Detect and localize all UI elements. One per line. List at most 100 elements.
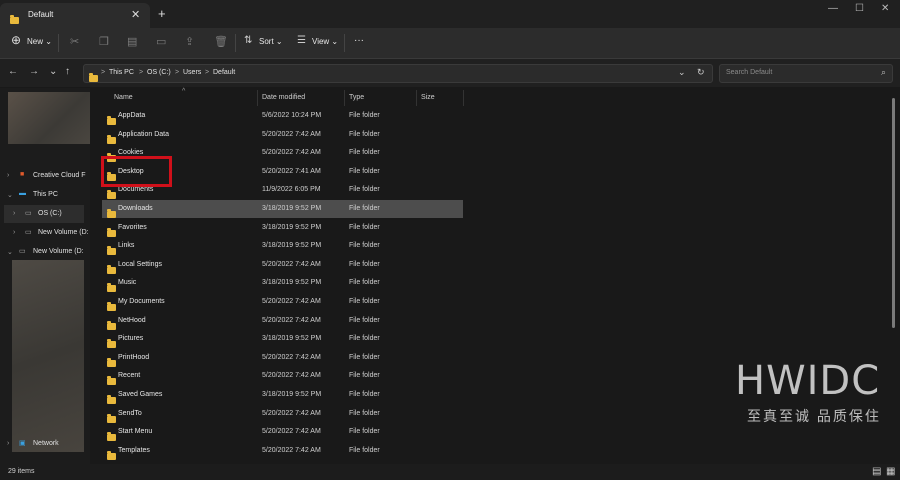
file-name: PrintHood: [118, 353, 150, 361]
up-icon[interactable]: ↑: [65, 66, 70, 77]
refresh-icon[interactable]: ↻: [697, 67, 705, 78]
more-button[interactable]: ···: [354, 35, 364, 46]
expand-chevron-icon[interactable]: ›: [7, 440, 9, 447]
file-date-modified: 5/20/2022 7:42 AM: [262, 298, 321, 305]
column-header-date[interactable]: Date modified: [262, 94, 305, 101]
copy-icon[interactable]: ❐: [99, 35, 109, 48]
details-view-icon[interactable]: ▤: [872, 466, 881, 477]
network-icon: ▣: [19, 440, 26, 447]
tiles-view-icon[interactable]: ▦: [886, 466, 895, 477]
file-row[interactable]: Local Settings 5/20/2022 7:42 AM File fold…: [102, 256, 463, 274]
file-row[interactable]: Downloads 3/18/2019 9:52 PM File folder: [102, 200, 463, 218]
view-button[interactable]: View ⌄: [312, 37, 338, 46]
file-type: File folder: [349, 205, 380, 212]
column-header-size[interactable]: Size: [421, 94, 435, 101]
close-button[interactable]: ✕: [881, 3, 889, 14]
breadcrumb-default[interactable]: Default: [213, 69, 235, 76]
maximize-button[interactable]: ☐: [855, 3, 864, 14]
address-row: ← → ⌄ ↑ > This PC > OS (C:) > Users > De…: [0, 59, 900, 87]
watermark: HWIDC 至真至诚 品质保住: [735, 358, 881, 426]
column-header-type[interactable]: Type: [349, 94, 364, 101]
paste-icon[interactable]: ▤: [127, 35, 137, 48]
forward-icon[interactable]: →: [29, 66, 39, 77]
file-name: Pictures: [118, 335, 144, 343]
expand-chevron-icon[interactable]: ›: [13, 229, 15, 236]
file-row[interactable]: Start Menu 5/20/2022 7:42 AM File folder: [102, 423, 463, 442]
file-type: File folder: [349, 260, 380, 268]
file-row[interactable]: SendTo 5/20/2022 7:42 AM File folder: [102, 405, 463, 423]
file-type: File folder: [349, 149, 380, 157]
file-name: Favorites: [118, 223, 147, 231]
address-bar[interactable]: > This PC > OS (C:) > Users > Default ⌄ …: [83, 64, 713, 83]
file-type: File folder: [349, 130, 380, 138]
breadcrumb-os-c[interactable]: OS (C:): [147, 69, 171, 76]
back-icon[interactable]: ←: [8, 66, 18, 77]
view-label: View: [312, 37, 330, 46]
sidebar-item-this-pc[interactable]: This PC: [33, 191, 58, 198]
tab-default[interactable]: Default ✕: [0, 3, 150, 28]
file-row[interactable]: AppData 5/6/2022 10:24 PM File folder: [102, 107, 463, 125]
file-row[interactable]: Music 3/18/2019 9:52 PM File folder: [102, 274, 463, 293]
blurred-image: [8, 92, 90, 144]
file-row[interactable]: PrintHood 5/20/2022 7:42 AM File folder: [102, 349, 463, 367]
expand-chevron-icon[interactable]: ›: [13, 210, 15, 217]
rename-icon[interactable]: ▭: [156, 35, 166, 48]
navigation-pane: › ■ Creative Cloud F ⌄ ▬ This PC › ▭ OS …: [0, 88, 90, 464]
minimize-button[interactable]: —: [828, 3, 838, 14]
file-name: My Documents: [118, 298, 165, 305]
file-row[interactable]: Saved Games 3/18/2019 9:52 PM File folder: [102, 386, 463, 404]
sidebar-item-new-volume[interactable]: New Volume (D:: [38, 229, 89, 236]
file-type: File folder: [349, 298, 380, 305]
cut-icon[interactable]: ✂: [70, 35, 79, 48]
sort-icon: ⇅: [244, 35, 253, 46]
drive-icon: ▭: [25, 210, 32, 217]
item-count: 29 items: [8, 468, 35, 475]
file-type: File folder: [349, 112, 380, 119]
tab-close-icon[interactable]: ✕: [131, 8, 140, 21]
vertical-scrollbar[interactable]: [890, 90, 897, 460]
file-row[interactable]: Links 3/18/2019 9:52 PM File folder: [102, 237, 463, 256]
new-button[interactable]: New ⌄: [27, 37, 52, 46]
file-row[interactable]: Pictures 3/18/2019 9:52 PM File folder: [102, 330, 463, 349]
share-icon[interactable]: ⇪: [185, 35, 194, 48]
file-type: File folder: [349, 446, 380, 454]
sidebar-item-creative-cloud[interactable]: Creative Cloud F: [33, 172, 86, 179]
sidebar-item-network[interactable]: Network: [33, 440, 59, 447]
file-name: NetHood: [118, 316, 146, 324]
scrollbar-thumb[interactable]: [892, 98, 895, 328]
new-icon: ⊕: [11, 33, 22, 47]
address-dropdown-icon[interactable]: ⌄: [678, 67, 686, 78]
new-label: New: [27, 37, 44, 46]
file-row[interactable]: Templates 5/20/2022 7:42 AM File folder: [102, 442, 463, 460]
file-type: File folder: [349, 316, 380, 324]
file-row[interactable]: NetHood 5/20/2022 7:42 AM File folder: [102, 312, 463, 330]
breadcrumb-separator: >: [101, 69, 106, 76]
breadcrumb-this-pc[interactable]: This PC: [109, 69, 134, 76]
column-divider: [463, 90, 464, 106]
sidebar-item-os-c[interactable]: OS (C:): [38, 210, 62, 217]
new-tab-button[interactable]: +: [158, 6, 166, 21]
search-box[interactable]: Search Default ⌕: [719, 64, 893, 83]
creative-cloud-icon: ■: [20, 171, 25, 178]
file-row[interactable]: Recent 5/20/2022 7:42 AM File folder: [102, 367, 463, 386]
delete-icon[interactable]: 🗑: [214, 35, 228, 48]
view-icon: ☰: [297, 35, 306, 46]
collapse-chevron-icon[interactable]: ⌄: [7, 248, 13, 256]
file-row[interactable]: Favorites 3/18/2019 9:52 PM File folder: [102, 219, 463, 237]
file-type: File folder: [349, 335, 380, 343]
column-divider: [344, 90, 345, 106]
sort-arrow-icon: ^: [182, 88, 186, 95]
search-placeholder: Search Default: [726, 69, 773, 76]
file-row[interactable]: My Documents 5/20/2022 7:42 AM File folder: [102, 293, 463, 311]
column-header-name[interactable]: Name: [114, 94, 133, 101]
file-type: File folder: [349, 391, 380, 398]
sidebar-item-new-volume-d[interactable]: New Volume (D:: [33, 248, 84, 255]
breadcrumb-users[interactable]: Users: [183, 69, 201, 76]
folder-icon: [89, 69, 98, 87]
file-type: File folder: [349, 409, 380, 417]
collapse-chevron-icon[interactable]: ⌄: [7, 191, 13, 199]
recent-chevron-icon[interactable]: ⌄: [49, 66, 57, 77]
sort-button[interactable]: Sort ⌄: [259, 37, 283, 46]
expand-chevron-icon[interactable]: ›: [7, 172, 9, 179]
file-row[interactable]: Application Data 5/20/2022 7:42 AM File fo…: [102, 126, 463, 144]
